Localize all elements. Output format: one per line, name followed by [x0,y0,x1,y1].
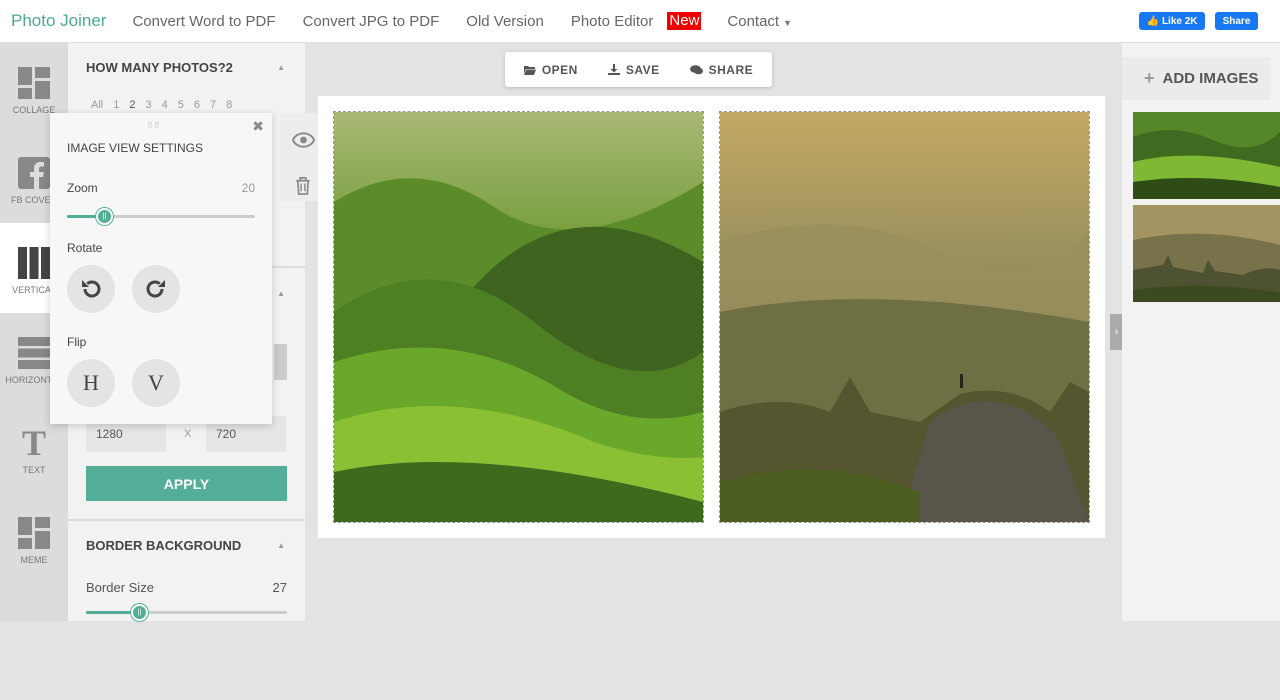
apply-button[interactable]: APPLY [86,466,287,501]
share-label: SHARE [708,62,754,77]
open-button[interactable]: OPEN [523,62,578,77]
green-hills-thumbnail [1133,112,1280,199]
eye-icon[interactable] [292,132,315,148]
popup-title: IMAGE VIEW SETTINGS [67,141,204,155]
nav-link-word-to-pdf[interactable]: Convert Word to PDF [132,13,275,30]
count-option[interactable]: 6 [194,99,200,111]
photo-slot-2[interactable] [719,111,1090,523]
brand-logo[interactable]: Photo Joiner [11,11,106,31]
facebook-icon [18,157,50,189]
nav-contact-label: Contact [727,12,780,30]
drag-handle-icon[interactable]: ⠿⠿ [147,121,161,130]
border-size-label: Border Size [86,580,154,595]
border-size-value: 27 [272,580,287,595]
trash-icon[interactable] [294,176,312,195]
fb-share-button[interactable]: Share [1215,12,1258,30]
mountain-hiker-photo [720,112,1089,522]
rotate-right-icon [146,280,165,298]
flip-vertical-button[interactable]: V [132,359,180,407]
fb-like-button[interactable]: 👍 Like 2K [1139,12,1205,30]
save-label: SAVE [625,62,660,77]
share-button[interactable]: SHARE [689,62,754,77]
count-option[interactable]: All [91,99,103,111]
file-action-bar: OPEN SAVE SHARE [505,52,772,87]
count-option[interactable]: 4 [162,99,168,111]
chevron-up-icon[interactable]: ▲ [277,63,285,72]
rotate-label: Rotate [67,241,103,255]
border-slider-knob[interactable]: || [131,604,148,621]
image-thumbnail[interactable] [1133,205,1280,302]
border-background-title[interactable]: BORDER BACKGROUND [86,538,241,553]
zoom-slider-knob[interactable]: || [96,208,113,225]
count-option[interactable]: 7 [210,99,216,111]
close-icon[interactable]: ✖ [252,118,264,135]
new-badge: New [667,12,702,30]
chevron-down-icon: ▼ [783,17,793,28]
add-images-button[interactable]: + ADD IMAGES [1122,57,1270,100]
green-hills-photo [334,112,703,522]
nav-link-jpg-to-pdf[interactable]: Convert JPG to PDF [303,13,440,30]
thumbs-up-icon: 👍 [1146,15,1159,27]
count-option[interactable]: 8 [226,99,232,111]
chevron-up-icon[interactable]: ▲ [277,289,285,298]
collage-icon [18,67,50,99]
folder-open-icon [523,65,536,75]
rail-label-meme: MEME [20,555,48,565]
border-size-slider[interactable]: || [86,604,287,621]
zoom-value: 20 [241,181,255,195]
rotate-left-button[interactable] [67,265,115,313]
top-navbar: Photo Joiner Convert Word to PDF Convert… [0,0,1280,43]
fb-like-label: Like 2K [1161,15,1198,27]
image-view-settings-popup: ⠿⠿ ✖ IMAGE VIEW SETTINGS Zoom 20 || Rota… [50,113,272,424]
count-option[interactable]: 3 [145,99,151,111]
rotate-right-button[interactable] [132,265,180,313]
horizontal-layout-icon [18,337,50,369]
rail-label-text: TEXT [22,465,46,475]
flip-horizontal-button[interactable]: H [67,359,115,407]
meme-icon [18,517,50,549]
mountain-thumbnail [1133,205,1280,302]
photo-count-selector: All 1 2 3 4 5 6 7 8 [91,99,232,111]
flip-label: Flip [67,335,87,349]
how-many-photos-title[interactable]: HOW MANY PHOTOS?2 [86,60,233,75]
count-option[interactable]: 1 [113,99,119,111]
collage-canvas [318,96,1105,538]
rail-item-meme[interactable]: MEME [0,493,68,583]
add-images-label: ADD IMAGES [1162,70,1259,87]
open-label: OPEN [541,62,578,77]
divider [68,519,305,521]
rail-label-collage: COLLAGE [12,105,56,115]
images-panel: + ADD IMAGES [1122,43,1280,621]
dimension-separator: X [184,428,192,440]
comments-icon [689,64,703,74]
count-option-selected[interactable]: 2 [129,99,135,111]
zoom-slider[interactable]: || [67,208,255,225]
vertical-layout-icon [18,247,50,279]
image-thumbnail[interactable] [1133,112,1280,199]
nav-link-photo-editor[interactable]: Photo Editor [571,13,654,30]
zoom-label: Zoom [67,181,98,195]
download-icon [607,64,620,75]
count-option[interactable]: 5 [178,99,184,111]
photo-slot-1[interactable] [333,111,704,523]
chevron-up-icon[interactable]: ▲ [277,541,285,550]
text-icon: T [21,423,46,463]
size-select-arrow[interactable] [274,344,287,380]
rotate-left-icon [82,280,101,298]
plus-icon: + [1144,68,1155,88]
save-button[interactable]: SAVE [607,62,660,77]
nav-link-old-version[interactable]: Old Version [466,13,544,30]
nav-contact-dropdown[interactable]: Contact ▼ [727,13,792,30]
